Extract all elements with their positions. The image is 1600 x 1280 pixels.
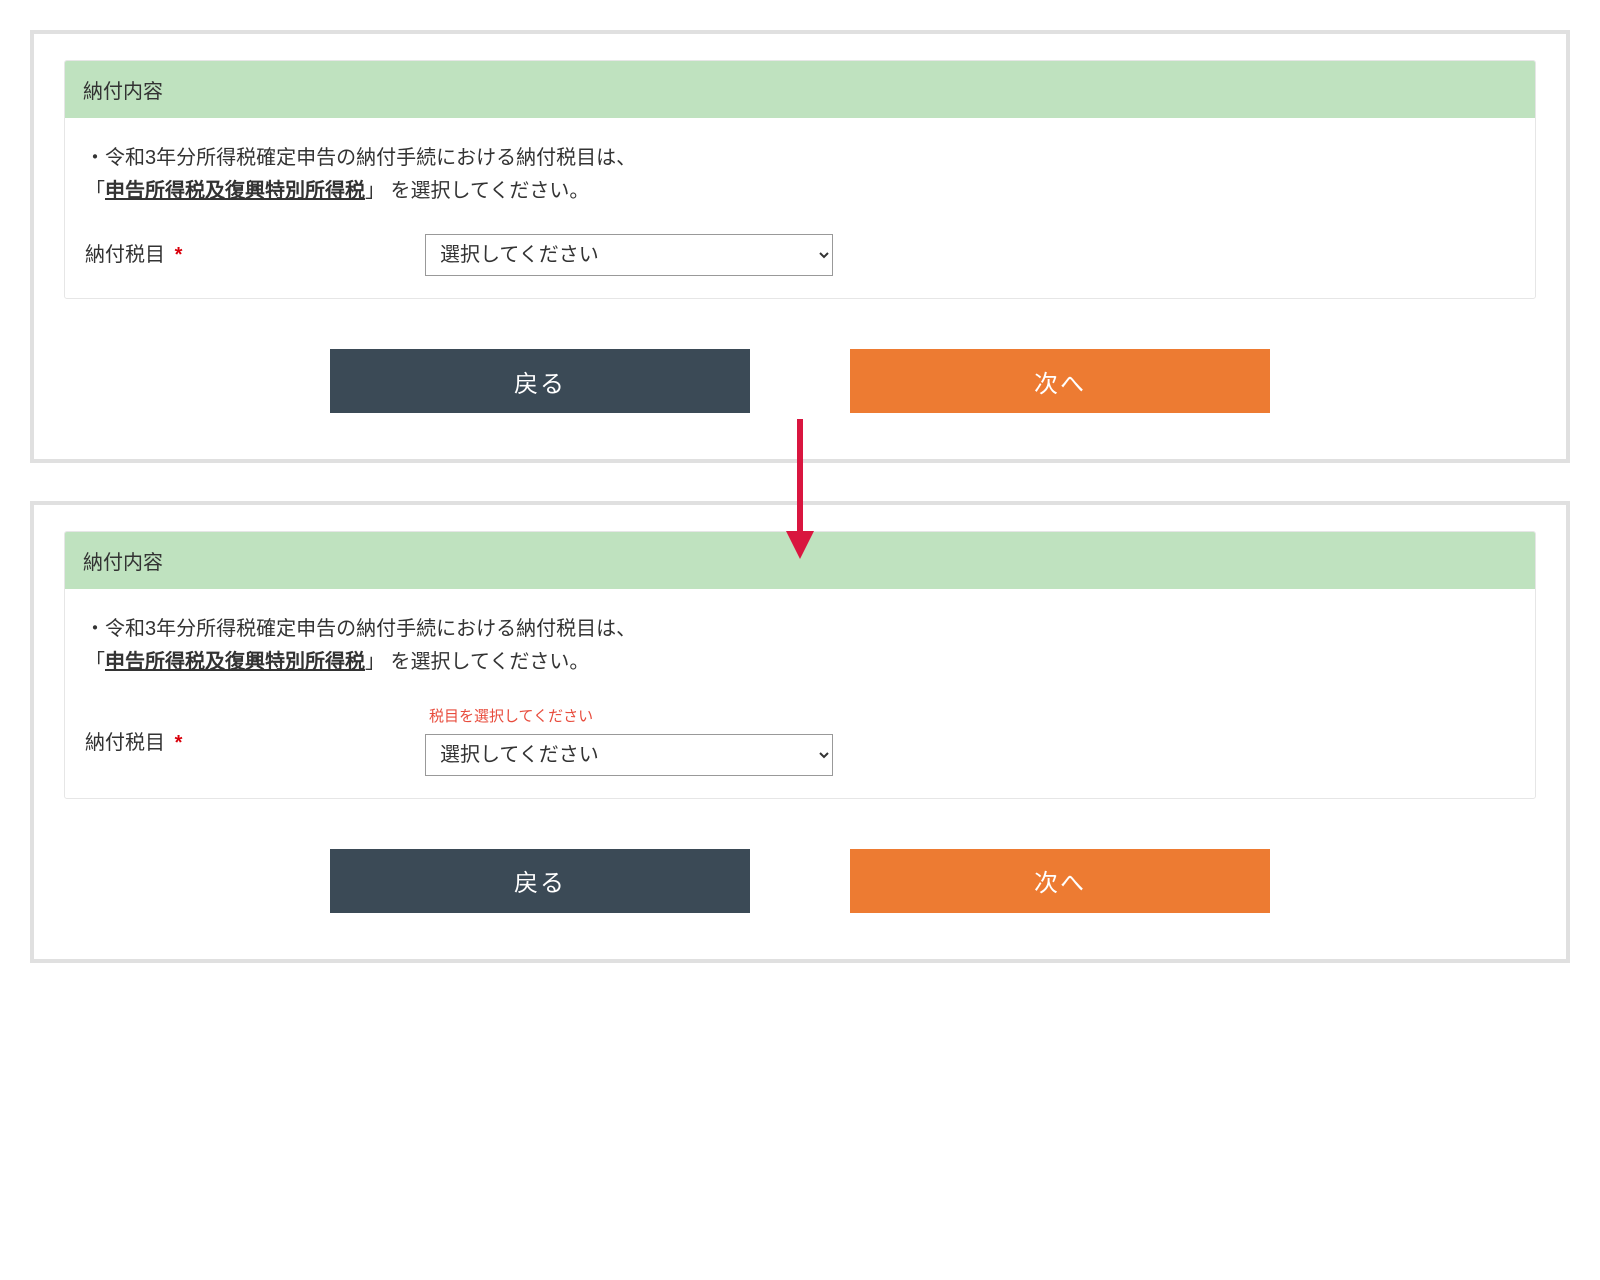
next-button[interactable]: 次へ — [850, 349, 1270, 413]
required-mark: * — [175, 244, 183, 266]
panel-title: 納付内容 — [65, 532, 1535, 589]
bracket-open: 「 — [85, 651, 105, 673]
screen-before: 納付内容 ・令和3年分所得税確定申告の納付手続における納付税目は、 「申告所得税… — [30, 30, 1570, 463]
required-mark: * — [175, 732, 183, 754]
instruction-rest: 」 を選択してください。 — [365, 180, 589, 202]
instruction-text: ・令和3年分所得税確定申告の納付手続における納付税目は、 「申告所得税及復興特別… — [85, 613, 1515, 679]
instruction-line1: ・令和3年分所得税確定申告の納付手続における納付税目は、 — [85, 142, 1515, 175]
next-button[interactable]: 次へ — [850, 849, 1270, 913]
bracket-open: 「 — [85, 180, 105, 202]
error-message: 税目を選択してください — [429, 705, 833, 730]
tax-item-select[interactable]: 選択してください — [425, 234, 833, 276]
payment-content-panel: 納付内容 ・令和3年分所得税確定申告の納付手続における納付税目は、 「申告所得税… — [64, 60, 1536, 299]
instruction-text: ・令和3年分所得税確定申告の納付手続における納付税目は、 「申告所得税及復興特別… — [85, 142, 1515, 208]
tax-item-label: 納付税目 — [85, 732, 165, 754]
panel-title: 納付内容 — [65, 61, 1535, 118]
tax-item-select[interactable]: 選択してください — [425, 734, 833, 776]
tax-name-label: 申告所得税及復興特別所得税 — [105, 180, 365, 202]
back-button[interactable]: 戻る — [330, 849, 750, 913]
back-button[interactable]: 戻る — [330, 349, 750, 413]
screen-after: 納付内容 ・令和3年分所得税確定申告の納付手続における納付税目は、 「申告所得税… — [30, 501, 1570, 963]
flow-arrow — [30, 463, 1570, 501]
tax-name-label: 申告所得税及復興特別所得税 — [105, 651, 365, 673]
instruction-rest: 」 を選択してください。 — [365, 651, 589, 673]
payment-content-panel-error: 納付内容 ・令和3年分所得税確定申告の納付手続における納付税目は、 「申告所得税… — [64, 531, 1536, 799]
tax-item-label: 納付税目 — [85, 244, 165, 266]
instruction-line1: ・令和3年分所得税確定申告の納付手続における納付税目は、 — [85, 613, 1515, 646]
